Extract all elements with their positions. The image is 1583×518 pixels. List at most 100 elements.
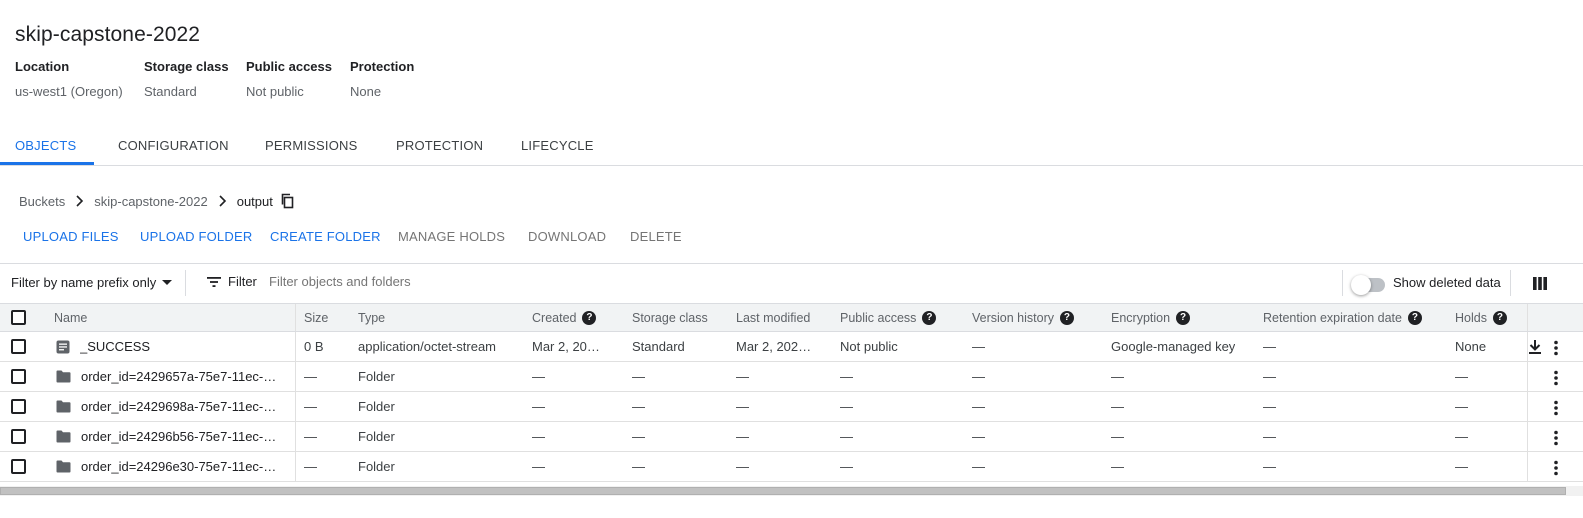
upload-files-button[interactable]: UPLOAD FILES bbox=[23, 229, 119, 244]
row-checkbox[interactable] bbox=[11, 369, 26, 384]
download-icon[interactable] bbox=[1528, 339, 1542, 355]
public-access-cell: — bbox=[840, 459, 853, 474]
upload-folder-button[interactable]: UPLOAD FOLDER bbox=[140, 229, 252, 244]
breadcrumb-bucket[interactable]: skip-capstone-2022 bbox=[94, 194, 207, 209]
help-icon[interactable]: ? bbox=[1492, 310, 1507, 325]
table-row[interactable]: order_id=2429657a-75e7-11ec-9… — Folder … bbox=[0, 362, 1583, 392]
header-type[interactable]: Type bbox=[358, 304, 385, 331]
header-label: Holds bbox=[1455, 310, 1487, 325]
horizontal-scrollbar-thumb[interactable] bbox=[0, 487, 1566, 495]
header-holds[interactable]: Holds? bbox=[1455, 304, 1507, 331]
download-button[interactable]: DOWNLOAD bbox=[528, 229, 606, 244]
header-size[interactable]: Size bbox=[304, 304, 328, 331]
row-checkbox-cell bbox=[11, 362, 26, 391]
filter-icon bbox=[207, 276, 221, 287]
header-encryption[interactable]: Encryption? bbox=[1111, 304, 1191, 331]
version-history-cell: — bbox=[972, 369, 985, 384]
help-icon[interactable]: ? bbox=[1176, 310, 1191, 325]
table-row[interactable]: order_id=24296e30-75e7-11ec-9… — Folder … bbox=[0, 452, 1583, 482]
row-checkbox-cell bbox=[11, 332, 26, 361]
more-vert-icon[interactable] bbox=[1553, 400, 1559, 416]
breadcrumb: Buckets skip-capstone-2022 output bbox=[19, 192, 296, 210]
show-deleted-toggle[interactable] bbox=[1351, 274, 1385, 295]
create-folder-button[interactable]: CREATE FOLDER bbox=[270, 229, 381, 244]
meta-label: Storage class bbox=[144, 59, 229, 74]
meta-value: Standard bbox=[144, 84, 197, 99]
delete-button[interactable]: DELETE bbox=[630, 229, 682, 244]
storage-class-cell: — bbox=[632, 369, 645, 384]
retention-cell: — bbox=[1263, 459, 1276, 474]
public-access-cell: — bbox=[840, 429, 853, 444]
copy-icon[interactable] bbox=[280, 193, 296, 209]
meta-storage-class: Storage class Standard bbox=[144, 59, 229, 99]
public-access-cell: — bbox=[840, 369, 853, 384]
divider bbox=[185, 270, 186, 296]
more-vert-icon[interactable] bbox=[1553, 340, 1559, 356]
column-divider bbox=[295, 304, 296, 331]
header-retention-expiration[interactable]: Retention expiration date? bbox=[1263, 304, 1422, 331]
row-checkbox-cell bbox=[11, 422, 26, 451]
select-all-checkbox[interactable] bbox=[11, 310, 26, 325]
more-vert-icon[interactable] bbox=[1553, 370, 1559, 386]
object-name: order_id=2429698a-75e7-11ec-9… bbox=[81, 399, 278, 414]
tab-lifecycle[interactable]: LIFECYCLE bbox=[521, 130, 594, 165]
tab-protection[interactable]: PROTECTION bbox=[396, 130, 483, 165]
filter-bar: Filter by name prefix only Filter Show d… bbox=[0, 263, 1583, 303]
header-name[interactable]: Name bbox=[54, 304, 87, 331]
breadcrumb-current: output bbox=[236, 193, 273, 209]
holds-cell: — bbox=[1455, 429, 1468, 444]
column-divider bbox=[1527, 362, 1528, 391]
type-cell: Folder bbox=[358, 369, 395, 384]
name-cell[interactable]: order_id=24296b56-75e7-11ec-9… bbox=[56, 422, 278, 451]
row-checkbox-cell bbox=[11, 392, 26, 421]
retention-cell: — bbox=[1263, 339, 1276, 354]
row-checkbox[interactable] bbox=[11, 339, 26, 354]
breadcrumb-buckets[interactable]: Buckets bbox=[19, 194, 65, 209]
help-icon[interactable]: ? bbox=[582, 310, 597, 325]
tab-objects[interactable]: OBJECTS bbox=[0, 130, 94, 165]
name-cell[interactable]: order_id=2429698a-75e7-11ec-9… bbox=[56, 392, 278, 421]
header-version-history[interactable]: Version history? bbox=[972, 304, 1074, 331]
meta-value: None bbox=[350, 84, 382, 99]
row-checkbox[interactable] bbox=[11, 459, 26, 474]
header-created[interactable]: Created? bbox=[532, 304, 597, 331]
tab-bar: OBJECTS CONFIGURATION PERMISSIONS PROTEC… bbox=[0, 130, 1583, 166]
header-public-access[interactable]: Public access? bbox=[840, 304, 937, 331]
size-cell: 0 B bbox=[304, 339, 324, 354]
help-icon[interactable]: ? bbox=[922, 310, 937, 325]
encryption-cell: — bbox=[1111, 429, 1124, 444]
manage-holds-button[interactable]: MANAGE HOLDS bbox=[398, 229, 505, 244]
name-cell[interactable]: _SUCCESS bbox=[56, 332, 286, 361]
help-icon[interactable]: ? bbox=[1059, 310, 1074, 325]
tab-configuration[interactable]: CONFIGURATION bbox=[118, 130, 229, 165]
version-history-cell: — bbox=[972, 399, 985, 414]
filter-mode-label: Filter by name prefix only bbox=[11, 275, 157, 290]
meta-protection: Protection None bbox=[350, 59, 414, 99]
public-access-cell: Not public bbox=[840, 339, 898, 354]
filter-button[interactable]: Filter bbox=[206, 274, 257, 289]
object-name: order_id=24296e30-75e7-11ec-9… bbox=[81, 459, 278, 474]
table-row[interactable]: order_id=2429698a-75e7-11ec-9… — Folder … bbox=[0, 392, 1583, 422]
more-vert-icon[interactable] bbox=[1553, 460, 1559, 476]
filter-input[interactable] bbox=[269, 274, 969, 289]
header-last-modified[interactable]: Last modified bbox=[736, 304, 810, 331]
help-icon[interactable]: ? bbox=[1407, 310, 1422, 325]
table-row[interactable]: _SUCCESS 0 B application/octet-stream Ma… bbox=[0, 332, 1583, 362]
name-cell[interactable]: order_id=2429657a-75e7-11ec-9… bbox=[56, 362, 278, 391]
storage-class-cell: — bbox=[632, 429, 645, 444]
column-display-icon[interactable] bbox=[1533, 277, 1547, 290]
tab-permissions[interactable]: PERMISSIONS bbox=[265, 130, 358, 165]
filter-button-label: Filter bbox=[228, 274, 257, 289]
table-row[interactable]: order_id=24296b56-75e7-11ec-9… — Folder … bbox=[0, 422, 1583, 452]
name-cell[interactable]: order_id=24296e30-75e7-11ec-9… bbox=[56, 452, 278, 481]
divider bbox=[1342, 270, 1343, 296]
row-checkbox[interactable] bbox=[11, 429, 26, 444]
holds-cell: — bbox=[1455, 369, 1468, 384]
holds-cell: — bbox=[1455, 399, 1468, 414]
created-cell: — bbox=[532, 369, 545, 384]
filter-mode-dropdown[interactable]: Filter by name prefix only bbox=[11, 275, 173, 290]
header-storage-class[interactable]: Storage class bbox=[632, 304, 708, 331]
storage-class-cell: — bbox=[632, 399, 645, 414]
row-checkbox[interactable] bbox=[11, 399, 26, 414]
more-vert-icon[interactable] bbox=[1553, 430, 1559, 446]
